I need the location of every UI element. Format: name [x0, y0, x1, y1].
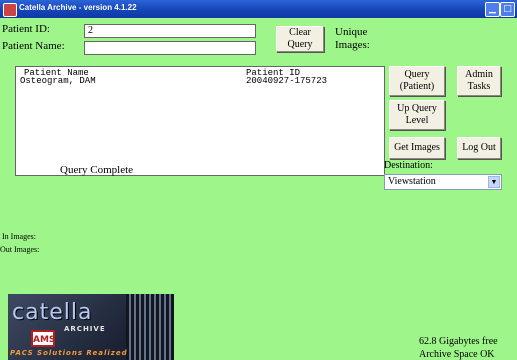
get-images-button[interactable]: Get Images [389, 137, 445, 159]
title-bar[interactable]: Catella Archive - version 4.1.22 ▁ □ [0, 0, 517, 18]
window-title: Catella Archive - version 4.1.22 [19, 3, 137, 12]
ams-badge: AMS [31, 330, 55, 347]
results-list[interactable]: Patient Name Patient ID Osteogram, DAM 2… [15, 66, 385, 176]
logo-word: catella [12, 300, 93, 325]
archive-space-status: Archive Space OK [419, 349, 495, 360]
query-patient-button[interactable]: Query (Patient) [389, 66, 445, 96]
row-patient-name[interactable]: Osteogram, DAM [20, 77, 96, 86]
destination-label: Destination: [384, 160, 433, 171]
log-out-button[interactable]: Log Out [457, 137, 501, 159]
logo-tagline: PACS Solutions Realized [10, 349, 128, 357]
minimize-icon[interactable]: ▁ [485, 2, 500, 17]
patient-id-field[interactable]: 2 [84, 24, 256, 38]
app-icon [3, 3, 17, 17]
destination-select[interactable]: Viewstation ▼ [384, 174, 502, 190]
maximize-icon[interactable]: □ [500, 2, 515, 17]
disk-free-text: 62.8 Gigabytes free [419, 336, 498, 347]
admin-tasks-button[interactable]: Admin Tasks [457, 66, 501, 96]
unique-images-label: Unique Images: [335, 26, 370, 51]
patient-name-label: Patient Name: [2, 40, 65, 52]
chevron-down-icon[interactable]: ▼ [488, 176, 500, 188]
row-patient-id[interactable]: 20040927-175723 [246, 77, 327, 86]
in-images-label: In Images: [2, 232, 36, 241]
logo-archive-text: ARCHIVE [64, 325, 106, 333]
out-images-label: Out Images: [0, 245, 40, 254]
logo-graphic [126, 294, 174, 360]
query-status: Query Complete [60, 164, 134, 176]
up-query-level-button[interactable]: Up Query Level [389, 100, 445, 130]
clear-query-button[interactable]: Clear Query [276, 26, 324, 52]
patient-id-label: Patient ID: [2, 23, 50, 35]
destination-value: Viewstation [388, 176, 436, 187]
catella-logo: catella ARCHIVE AMS PACS Solutions Reali… [8, 294, 174, 360]
main-panel: Patient ID: 2 Patient Name: Clear Query … [0, 18, 517, 360]
patient-name-field[interactable] [84, 41, 256, 55]
